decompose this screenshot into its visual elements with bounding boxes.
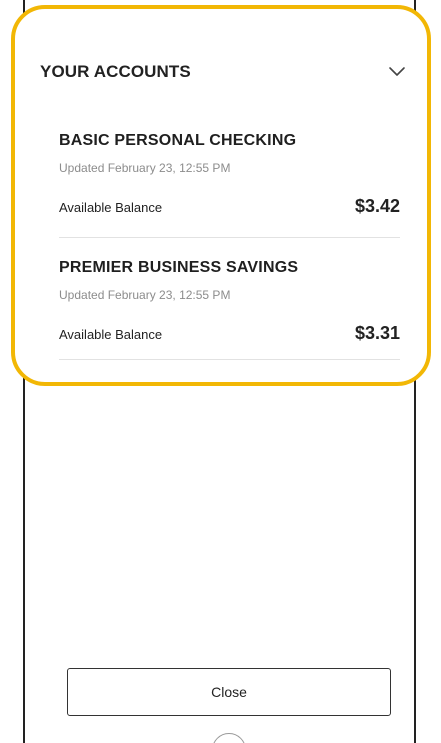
account-name: BASIC PERSONAL CHECKING	[59, 132, 297, 149]
account-name: PREMIER BUSINESS SAVINGS	[59, 259, 299, 276]
accounts-header[interactable]: YOUR ACCOUNTS	[40, 58, 412, 88]
home-button-hint	[212, 733, 246, 743]
available-balance-label: Available Balance	[59, 200, 163, 215]
close-button[interactable]: Close	[67, 668, 391, 716]
account-updated-timestamp: Updated February 23, 12:55 PM	[59, 161, 231, 175]
available-balance-label: Available Balance	[59, 327, 163, 342]
divider	[59, 359, 400, 360]
available-balance-value: $3.31	[354, 323, 400, 343]
account-item-premier-business-savings[interactable]: PREMIER BUSINESS SAVINGS Updated Februar…	[59, 257, 400, 360]
account-item-basic-personal-checking[interactable]: BASIC PERSONAL CHECKING Updated February…	[59, 130, 400, 238]
account-updated-timestamp: Updated February 23, 12:55 PM	[59, 288, 231, 302]
accounts-title: YOUR ACCOUNTS	[40, 62, 191, 81]
chevron-down-icon[interactable]	[388, 64, 406, 78]
available-balance-value: $3.42	[354, 196, 400, 216]
divider	[59, 237, 400, 238]
accounts-modal-screen: YOUR ACCOUNTS BASIC PERSONAL CHECKING Up…	[0, 0, 441, 743]
